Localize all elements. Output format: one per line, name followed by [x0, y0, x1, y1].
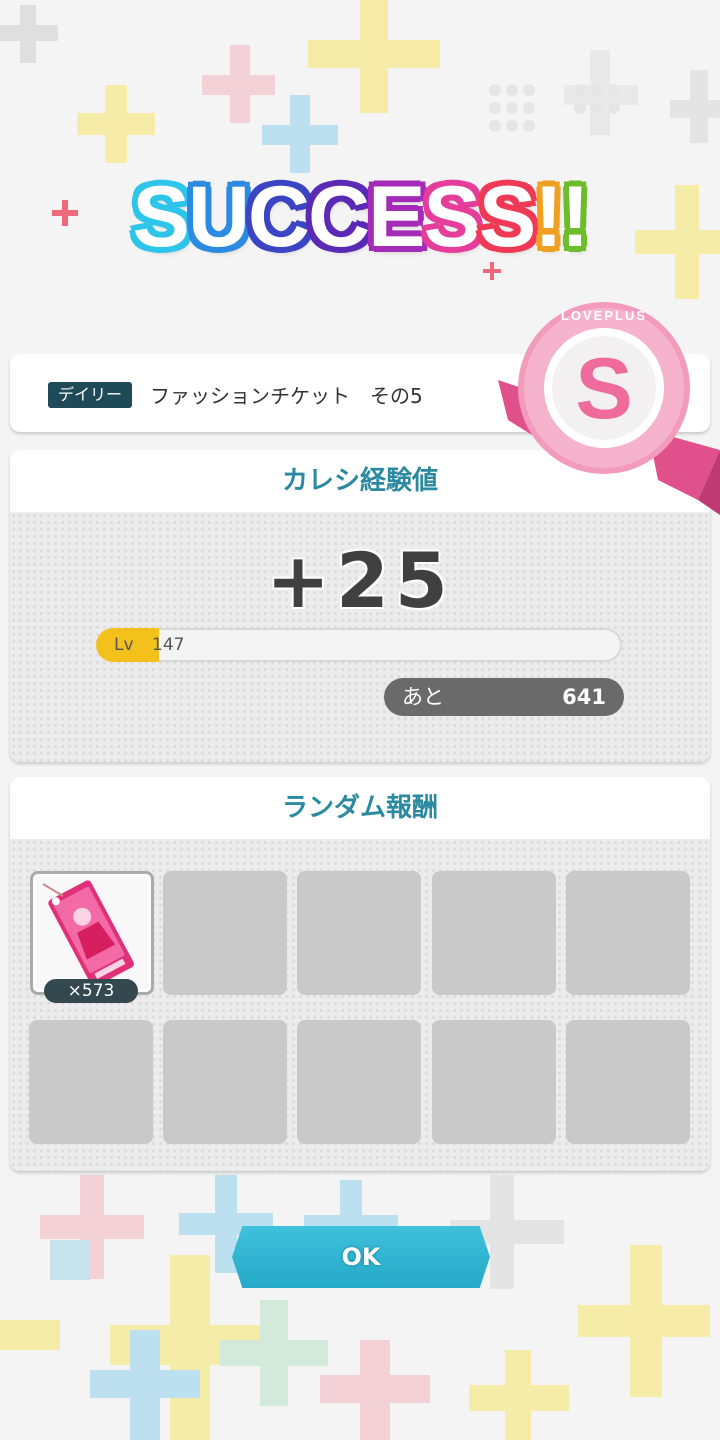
reward-slot-1[interactable] — [30, 871, 154, 995]
experience-gain: +25 — [266, 536, 454, 625]
remaining-label: あと — [402, 685, 444, 709]
reward-slot-empty — [297, 1020, 421, 1144]
badge-ring-text: LOVEPLUS — [561, 308, 647, 323]
badge-letter: S — [575, 341, 632, 437]
reward-panel: ランダム報酬 ×573 — [10, 777, 710, 1171]
rank-s-badge-icon: S LOVEPLUS — [498, 302, 720, 515]
remaining-value: 641 — [562, 685, 606, 709]
reward-slot-empty — [432, 871, 556, 995]
success-title: SUCCESS!! — [0, 168, 720, 267]
ok-button[interactable]: OK — [232, 1226, 490, 1288]
level-value: 147 — [152, 635, 185, 655]
title-letter: S — [478, 169, 536, 265]
reward-header: ランダム報酬 — [281, 793, 438, 823]
title-letter: S — [423, 169, 481, 265]
title-letter: ! — [534, 169, 563, 265]
reward-slot-empty — [566, 1020, 690, 1144]
reward-slot-empty — [163, 1020, 287, 1144]
title-letter: E — [368, 169, 425, 265]
title-letter: C — [247, 169, 310, 265]
reward-slot-empty — [432, 1020, 556, 1144]
level-progress-bar: Lv 147 — [96, 628, 622, 662]
daily-tag: デイリー — [48, 382, 133, 408]
title-letter: S — [132, 169, 189, 265]
reward-slot-empty — [297, 871, 421, 995]
reward-slot-empty — [163, 871, 287, 995]
title-letter: ! — [560, 169, 590, 265]
reward-slot-empty — [566, 871, 690, 995]
reward-slot-empty — [29, 1020, 153, 1144]
mission-name: ファッションチケット その5 — [150, 384, 423, 408]
reward-count: ×573 — [44, 979, 138, 1003]
fashion-ticket-icon — [42, 880, 134, 987]
title-letter: U — [187, 169, 250, 265]
remaining-exp-pill: あと 641 — [384, 678, 624, 716]
title-letter: C — [308, 169, 370, 265]
level-label: Lv — [114, 635, 134, 655]
